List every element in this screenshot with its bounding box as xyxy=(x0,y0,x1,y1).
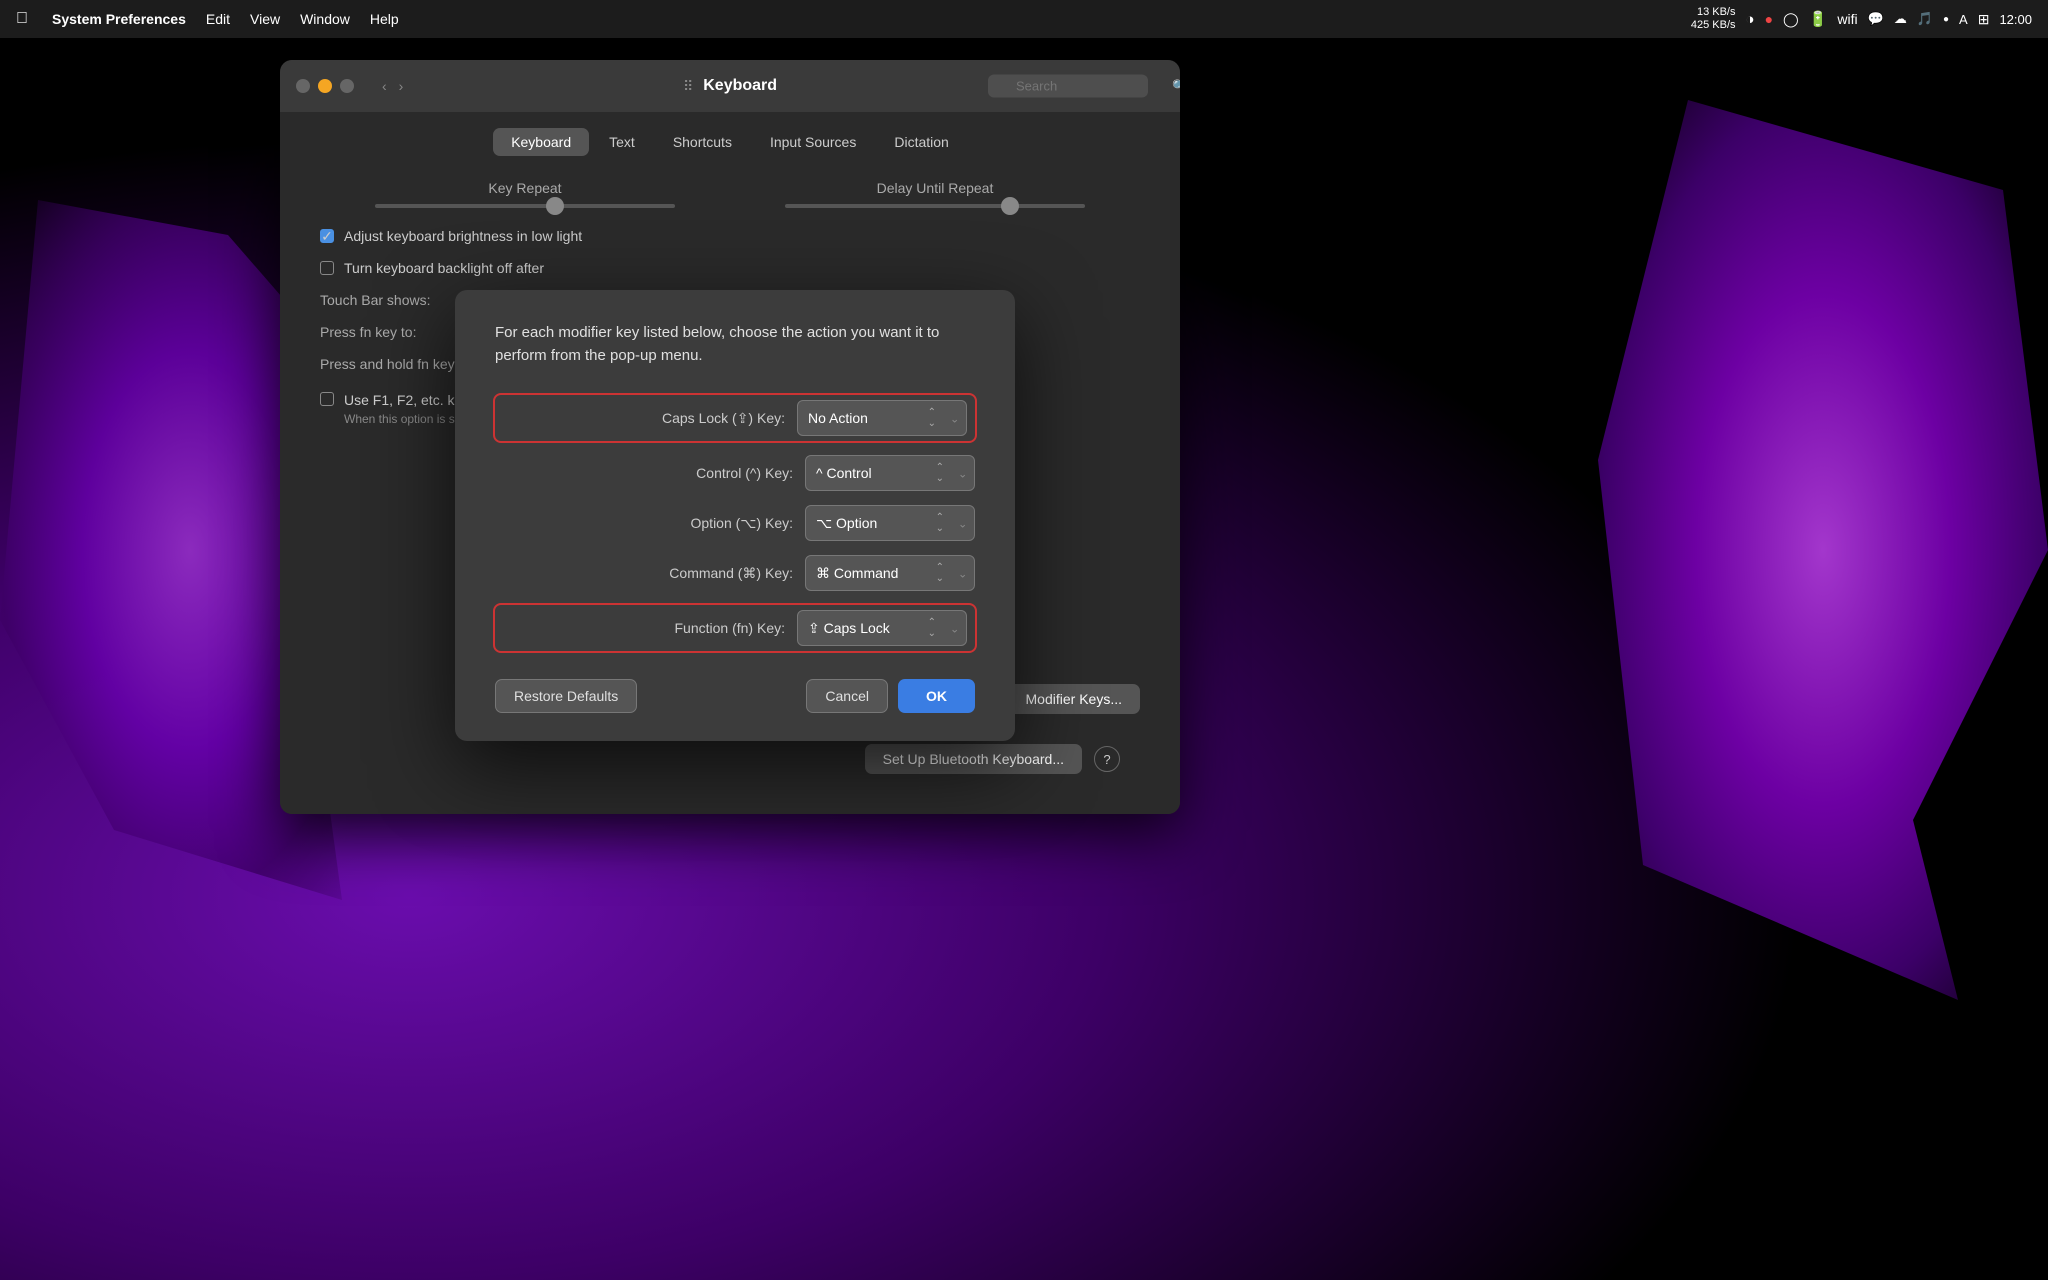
caps-lock-row: Caps Lock (⇪) Key: No Action ⌃⌄ xyxy=(495,395,975,441)
control-select-wrapper: ^ Control ⌃⌄ xyxy=(805,455,975,491)
menubar-item-edit[interactable]: Edit xyxy=(206,11,230,27)
audio-icon: 🎵 xyxy=(1917,11,1933,27)
option-select-arrows: ⌃⌄ xyxy=(936,512,944,534)
caps-lock-select-wrapper: No Action ⌃⌄ xyxy=(797,400,967,436)
menubar-right-status: 13 KB/s425 KB/s ◑ ● ◯ 🔋 wifi 💬 ☁ 🎵 ● A ⊞… xyxy=(1691,6,2032,32)
option-value: ⌥ Option xyxy=(816,515,877,532)
function-key-select[interactable]: ⇪ Caps Lock ⌃⌄ xyxy=(797,610,967,646)
function-key-select-arrows: ⌃⌄ xyxy=(928,617,936,639)
control-label: Control (^) Key: xyxy=(633,465,793,481)
caps-lock-select-arrows: ⌃⌄ xyxy=(928,407,936,429)
command-select[interactable]: ⌘ Command ⌃⌄ xyxy=(805,555,975,591)
control-select[interactable]: ^ Control ⌃⌄ xyxy=(805,455,975,491)
wifi-icon: wifi xyxy=(1837,11,1857,27)
menubar-item-help[interactable]: Help xyxy=(370,11,399,27)
command-row: Command (⌘) Key: ⌘ Command ⌃⌄ xyxy=(495,555,975,591)
moon-icon: ◯ xyxy=(1783,11,1799,28)
option-select[interactable]: ⌥ Option ⌃⌄ xyxy=(805,505,975,541)
restore-defaults-button[interactable]: Restore Defaults xyxy=(495,679,637,713)
modal-ok-cancel-group: Cancel OK xyxy=(806,679,975,713)
control-row: Control (^) Key: ^ Control ⌃⌄ xyxy=(495,455,975,491)
network-speed-indicator: 13 KB/s425 KB/s xyxy=(1691,6,1736,32)
modal-description: For each modifier key listed below, choo… xyxy=(495,322,975,367)
notification-icon: ● xyxy=(1765,11,1773,27)
ok-button[interactable]: OK xyxy=(898,679,975,713)
dot-icon: ● xyxy=(1943,14,1949,25)
modal-buttons: Restore Defaults Cancel OK xyxy=(495,679,975,713)
appearance-icon: ◑ xyxy=(1746,11,1755,28)
menubar:  System Preferences Edit View Window He… xyxy=(0,0,2048,38)
function-key-row: Function (fn) Key: ⇪ Caps Lock ⌃⌄ xyxy=(495,605,975,651)
option-select-wrapper: ⌥ Option ⌃⌄ xyxy=(805,505,975,541)
menubar-item-system-preferences[interactable]: System Preferences xyxy=(52,11,186,27)
caps-lock-value: No Action xyxy=(808,410,868,426)
command-select-wrapper: ⌘ Command ⌃⌄ xyxy=(805,555,975,591)
command-select-arrows: ⌃⌄ xyxy=(936,562,944,584)
command-value: ⌘ Command xyxy=(816,565,898,582)
modifier-key-rows: Caps Lock (⇪) Key: No Action ⌃⌄ Control … xyxy=(495,395,975,651)
control-center-icon: ⊞ xyxy=(1978,11,1990,28)
menubar-item-window[interactable]: Window xyxy=(300,11,350,27)
function-key-select-wrapper: ⇪ Caps Lock ⌃⌄ xyxy=(797,610,967,646)
wechat-icon: 💬 xyxy=(1868,11,1884,27)
modal-container: For each modifier key listed below, choo… xyxy=(455,290,1015,741)
keyboard-input-icon: A xyxy=(1959,12,1968,27)
time-display: 12:00 xyxy=(1999,12,2032,27)
caps-lock-label: Caps Lock (⇪) Key: xyxy=(625,410,785,427)
modal-overlay: For each modifier key listed below, choo… xyxy=(0,0,2048,1280)
cancel-button[interactable]: Cancel xyxy=(806,679,888,713)
caps-lock-select[interactable]: No Action ⌃⌄ xyxy=(797,400,967,436)
option-label: Option (⌥) Key: xyxy=(633,515,793,532)
command-label: Command (⌘) Key: xyxy=(633,565,793,582)
function-key-label: Function (fn) Key: xyxy=(625,620,785,636)
battery-icon: 🔋 xyxy=(1809,10,1828,28)
control-select-arrows: ⌃⌄ xyxy=(936,462,944,484)
control-value: ^ Control xyxy=(816,465,872,481)
modifier-keys-modal: For each modifier key listed below, choo… xyxy=(455,290,1015,741)
option-row: Option (⌥) Key: ⌥ Option ⌃⌄ xyxy=(495,505,975,541)
cloud-icon: ☁ xyxy=(1894,11,1907,27)
apple-menu-icon[interactable]:  xyxy=(16,10,28,28)
function-key-value: ⇪ Caps Lock xyxy=(808,620,890,637)
menubar-item-view[interactable]: View xyxy=(250,11,280,27)
